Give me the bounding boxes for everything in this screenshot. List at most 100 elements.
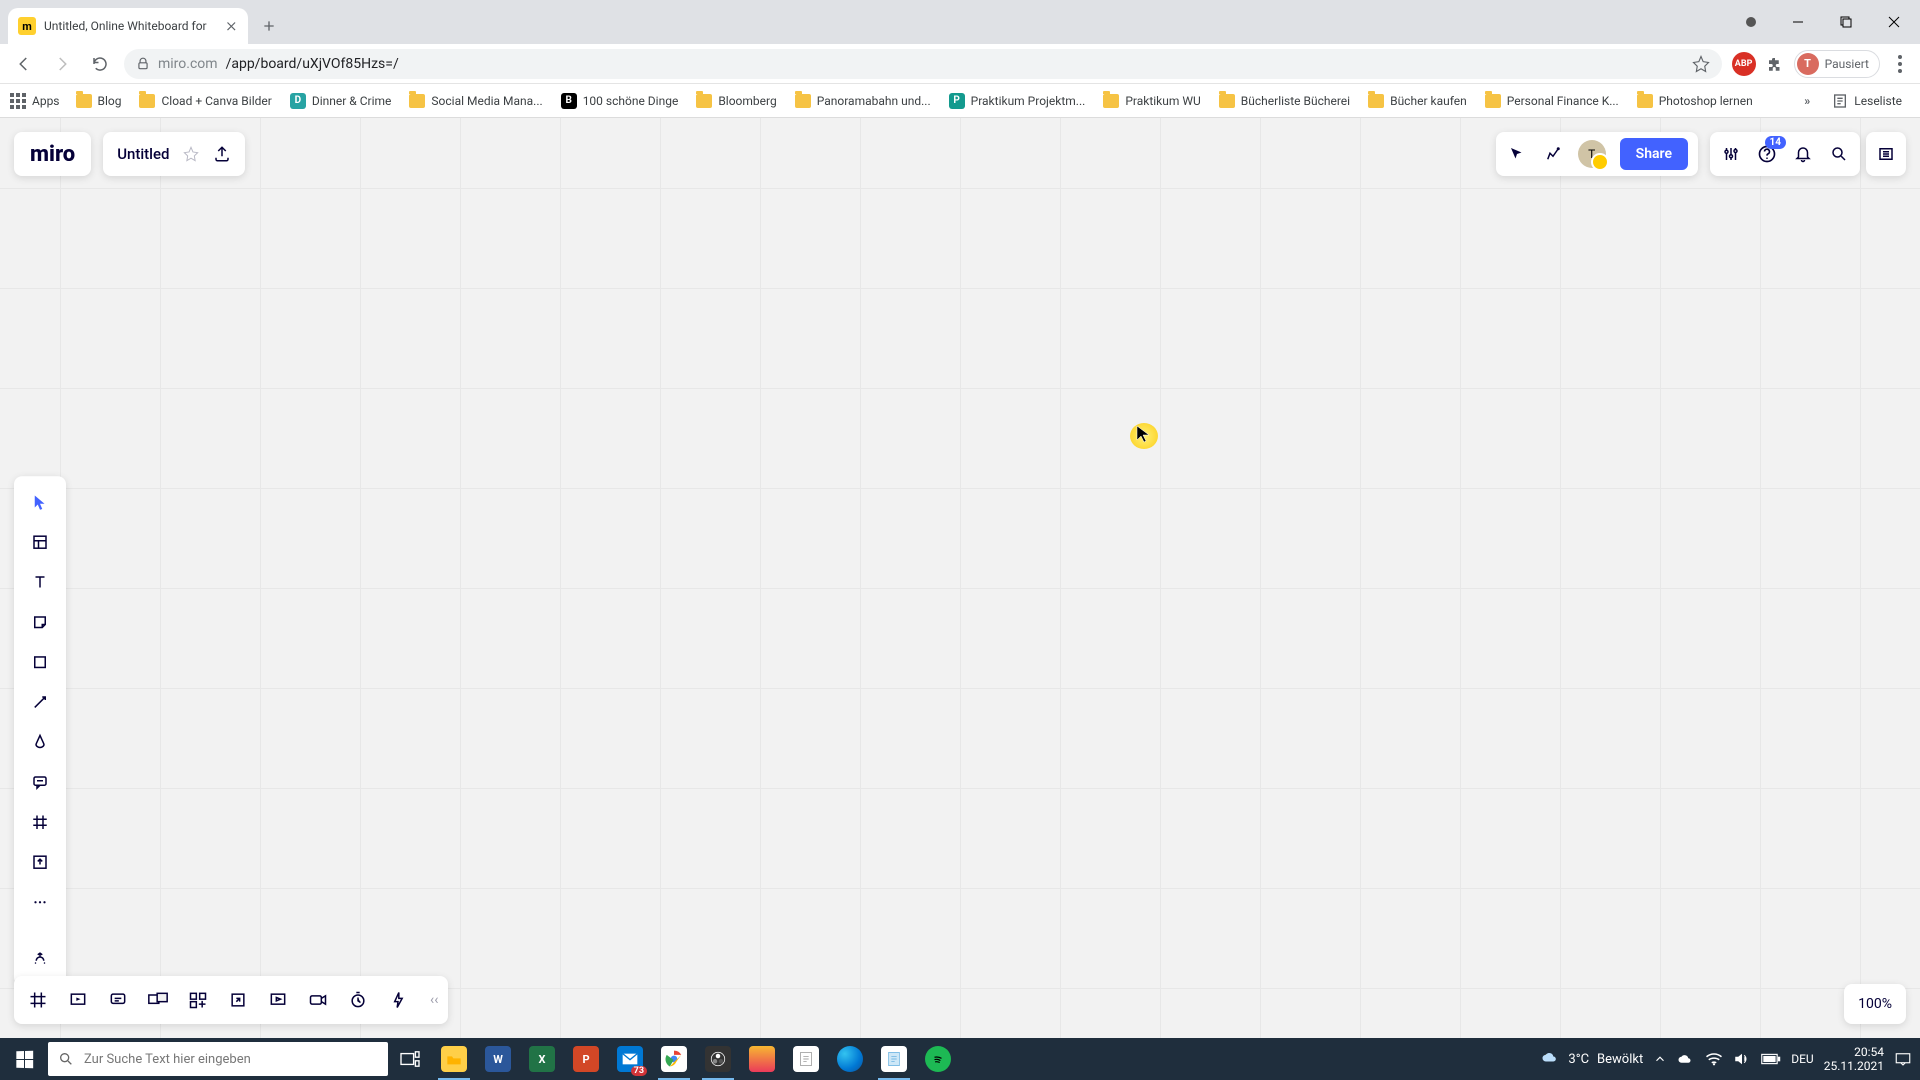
tool-shape[interactable] — [20, 644, 60, 680]
bookmark-item[interactable]: PPraktikum Projektm... — [941, 89, 1094, 113]
tray-clock[interactable]: 20:54 25.11.2021 — [1824, 1045, 1884, 1074]
user-avatar[interactable]: T — [1578, 140, 1606, 168]
bt-voting[interactable] — [384, 986, 412, 1014]
bt-screenshare[interactable] — [144, 986, 172, 1014]
bookmark-item[interactable]: Social Media Mana... — [401, 90, 550, 112]
bookmark-item[interactable]: Bücherliste Bücherei — [1211, 90, 1358, 112]
bt-embed[interactable] — [264, 986, 292, 1014]
bt-comments[interactable] — [104, 986, 132, 1014]
tool-templates[interactable] — [20, 524, 60, 560]
settings-icon[interactable] — [1720, 145, 1742, 163]
apps-button[interactable]: Apps — [10, 93, 60, 109]
bt-export[interactable] — [224, 986, 252, 1014]
tray-notifications-icon[interactable] — [1894, 1051, 1912, 1067]
tool-upload[interactable] — [20, 844, 60, 880]
miro-logo[interactable]: miro — [14, 132, 91, 176]
star-board-button[interactable] — [183, 146, 199, 162]
star-icon[interactable] — [1692, 55, 1710, 73]
reading-list-button[interactable]: Leseliste — [1824, 89, 1910, 113]
abp-extension-icon[interactable]: ABP — [1732, 52, 1756, 76]
bt-timer[interactable] — [344, 986, 372, 1014]
taskbar-app-generic1[interactable] — [740, 1038, 784, 1080]
bookmark-item[interactable]: Cload + Canva Bilder — [131, 90, 279, 112]
tool-apps[interactable] — [20, 941, 60, 977]
bookmark-item[interactable]: Bücher kaufen — [1360, 90, 1475, 112]
bookmark-item[interactable]: Blog — [68, 90, 130, 112]
reload-button[interactable] — [86, 50, 114, 78]
taskbar-app-chrome[interactable] — [652, 1038, 696, 1080]
taskbar-app-notepad[interactable] — [872, 1038, 916, 1080]
tray-chevron-up-icon[interactable] — [1653, 1052, 1667, 1066]
chrome-menu-button[interactable] — [1890, 55, 1910, 73]
notifications-icon[interactable] — [1792, 145, 1814, 163]
bt-collapse[interactable]: ‹‹ — [430, 992, 438, 1008]
canvas[interactable] — [0, 118, 1920, 1038]
taskbar-app-generic2[interactable] — [784, 1038, 828, 1080]
taskbar-app-word[interactable]: W — [476, 1038, 520, 1080]
tray-language[interactable]: DEU — [1791, 1052, 1813, 1066]
back-button[interactable] — [10, 50, 38, 78]
bookmark-item[interactable]: Bloomberg — [688, 90, 784, 112]
taskbar-app-mail[interactable]: 73 — [608, 1038, 652, 1080]
tray-wifi-icon[interactable] — [1705, 1052, 1723, 1066]
tray-battery-icon[interactable] — [1761, 1053, 1781, 1065]
bookmark-item[interactable]: Panoramabahn und... — [787, 90, 939, 112]
taskbar-app-edge[interactable] — [828, 1038, 872, 1080]
bookmark-item[interactable]: Praktikum WU — [1095, 90, 1208, 112]
taskbar-app-explorer[interactable] — [432, 1038, 476, 1080]
bookmark-icon — [795, 94, 811, 108]
search-icon[interactable] — [1828, 145, 1850, 163]
taskbar-app-obs[interactable] — [696, 1038, 740, 1080]
url-host: miro.com — [158, 56, 218, 72]
tray-onedrive-icon[interactable] — [1677, 1052, 1695, 1066]
tool-text[interactable] — [20, 564, 60, 600]
utility-card: 14 — [1710, 132, 1860, 176]
bookmark-item[interactable]: Personal Finance K... — [1477, 90, 1627, 112]
help-button[interactable]: 14 — [1756, 144, 1778, 164]
browser-tab[interactable]: m Untitled, Online Whiteboard for — [8, 8, 248, 44]
bookmark-item[interactable]: B100 schöne Dinge — [553, 89, 687, 113]
bookmark-icon — [76, 94, 92, 108]
tool-frame[interactable] — [20, 804, 60, 840]
tray-volume-icon[interactable] — [1733, 1051, 1751, 1067]
minimize-button[interactable] — [1776, 6, 1820, 38]
tool-more[interactable] — [20, 884, 60, 920]
bookmark-item[interactable]: DDinner & Crime — [282, 89, 400, 113]
board-title[interactable]: Untitled — [117, 145, 169, 163]
taskview-button[interactable] — [388, 1038, 432, 1080]
url-input[interactable]: miro.com/app/board/uXjVOf85Hzs=/ — [124, 49, 1722, 79]
maximize-button[interactable] — [1824, 6, 1868, 38]
tool-pen[interactable] — [20, 724, 60, 760]
taskbar-app-powerpoint[interactable]: P — [564, 1038, 608, 1080]
recording-indicator-icon[interactable] — [1746, 17, 1756, 27]
export-button[interactable] — [213, 145, 231, 163]
taskbar-search[interactable]: Zur Suche Text hier eingeben — [48, 1042, 388, 1076]
zoom-indicator[interactable]: 100% — [1844, 984, 1906, 1024]
bt-activities[interactable] — [184, 986, 212, 1014]
profile-chip[interactable]: T Pausiert — [1794, 50, 1880, 78]
reactions-icon[interactable] — [1542, 145, 1564, 163]
close-icon[interactable] — [224, 19, 238, 33]
apps-label: Apps — [32, 94, 60, 108]
bt-presentation[interactable] — [64, 986, 92, 1014]
taskbar-app-spotify[interactable] — [916, 1038, 960, 1080]
tool-select[interactable] — [20, 484, 60, 520]
taskbar-app-excel[interactable]: X — [520, 1038, 564, 1080]
cursor-icon[interactable] — [1506, 145, 1528, 163]
forward-button[interactable] — [48, 50, 76, 78]
weather-widget[interactable]: 3°C Bewölkt — [1540, 1049, 1643, 1069]
tool-comment[interactable] — [20, 764, 60, 800]
bt-frames[interactable] — [24, 986, 52, 1014]
bookmarks-overflow-button[interactable]: » — [1804, 94, 1810, 108]
bt-record[interactable] — [304, 986, 332, 1014]
bookmark-label: Bücher kaufen — [1390, 94, 1467, 108]
share-button[interactable]: Share — [1620, 138, 1688, 170]
bookmark-item[interactable]: Photoshop lernen — [1629, 90, 1761, 112]
side-panel-button[interactable] — [1866, 132, 1906, 176]
extensions-icon[interactable] — [1766, 55, 1784, 73]
close-window-button[interactable] — [1872, 6, 1916, 38]
tool-connection-line[interactable] — [20, 684, 60, 720]
tool-sticky-note[interactable] — [20, 604, 60, 640]
start-button[interactable] — [0, 1038, 48, 1080]
new-tab-button[interactable] — [254, 11, 284, 41]
